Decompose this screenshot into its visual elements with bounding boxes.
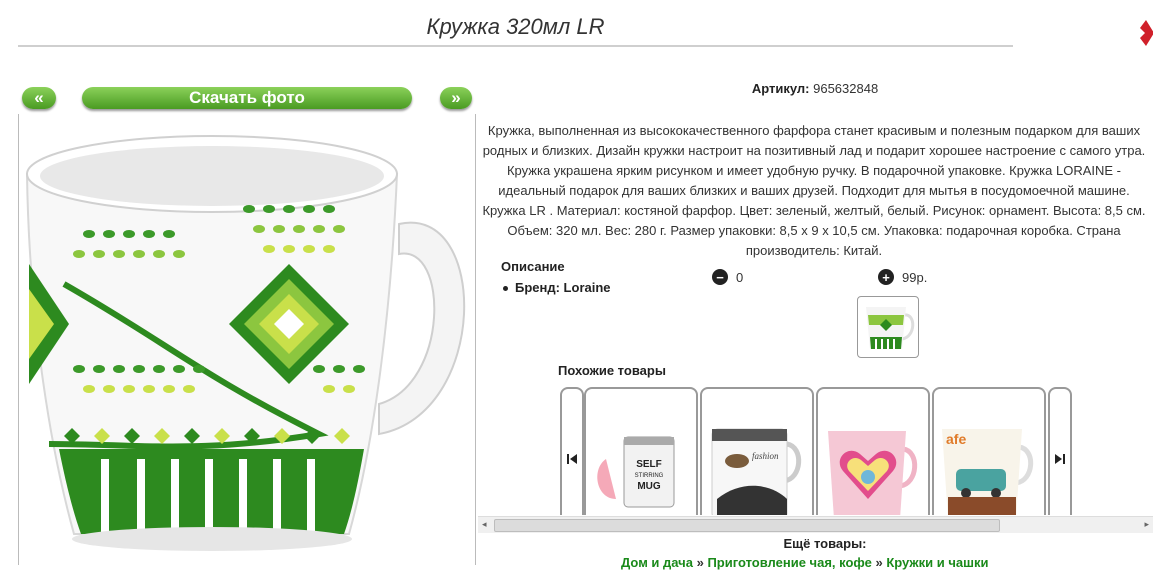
prev-photo-button[interactable]: « bbox=[22, 87, 56, 109]
similar-item-3[interactable] bbox=[816, 387, 930, 515]
pink-heart-mug-image bbox=[828, 431, 918, 515]
article-label: Артикул: bbox=[751, 81, 810, 96]
similar-item-2[interactable]: fashion bbox=[700, 387, 814, 515]
svg-text:fashion: fashion bbox=[752, 451, 779, 461]
crumb-link[interactable]: Кружки и чашки bbox=[886, 555, 988, 570]
crumb-link[interactable]: Дом и дача bbox=[621, 555, 693, 570]
scroll-left-icon[interactable]: ◂ bbox=[482, 519, 487, 530]
crumb-link[interactable]: Приготовление чая, кофе bbox=[707, 555, 871, 570]
scrollbar-thumb[interactable] bbox=[494, 519, 1000, 532]
self-stirring-mug-image: SELF STIRRING MUG bbox=[597, 436, 675, 508]
price-control: + 99р. bbox=[878, 269, 927, 285]
fashion-mug-image: fashion bbox=[711, 428, 802, 515]
product-description: Кружка, выполненная из высококачественно… bbox=[482, 123, 1146, 258]
price-value: 99р. bbox=[902, 269, 928, 285]
svg-text:MUG: MUG bbox=[637, 481, 661, 492]
page-title: Кружка 320мл LR bbox=[426, 14, 605, 39]
thumbnail-mug-image bbox=[866, 307, 915, 349]
specs-title: Описание bbox=[501, 259, 565, 274]
scroll-right-icon[interactable]: ▸ bbox=[1144, 519, 1149, 530]
crumb-separator: » bbox=[875, 555, 883, 570]
download-photo-button[interactable]: Скачать фото bbox=[82, 87, 412, 109]
close-icon[interactable] bbox=[1140, 20, 1153, 46]
product-thumbnail[interactable] bbox=[857, 296, 919, 358]
next-photo-button[interactable]: » bbox=[440, 87, 472, 109]
breadcrumb: Дом и дача » Приготовление чая, кофе » К… bbox=[621, 555, 988, 570]
more-products-title: Ещё товары: bbox=[783, 536, 867, 551]
mug-image bbox=[25, 135, 466, 551]
carousel-next-button[interactable] bbox=[1048, 387, 1072, 515]
cafe-car-mug-image: afe bbox=[942, 429, 1034, 515]
article-value: 965632848 bbox=[813, 81, 879, 96]
crumb-separator: » bbox=[696, 555, 704, 570]
svg-text:afe: afe bbox=[946, 431, 966, 447]
svg-text:STIRRING: STIRRING bbox=[635, 473, 664, 479]
quantity-value: 0 bbox=[736, 269, 744, 285]
similar-title: Похожие товары bbox=[558, 363, 666, 378]
similar-item-4[interactable]: afe bbox=[932, 387, 1046, 515]
quantity-control: − 0 bbox=[712, 269, 743, 285]
plus-circle-icon[interactable]: + bbox=[878, 269, 894, 285]
spec-brand: Бренд: Loraine bbox=[503, 280, 611, 295]
similar-item-1[interactable]: SELF STIRRING MUG bbox=[584, 387, 698, 515]
product-photo bbox=[18, 114, 476, 565]
carousel-scrollbar[interactable]: ◂ ▸ bbox=[478, 516, 1153, 533]
title-divider bbox=[18, 45, 1013, 47]
bullet-icon bbox=[503, 286, 508, 292]
brand-text: Бренд: Loraine bbox=[515, 280, 611, 295]
article-line: Артикул: 965632848 bbox=[600, 81, 1030, 96]
minus-circle-icon[interactable]: − bbox=[712, 269, 728, 285]
carousel-prev-button[interactable] bbox=[560, 387, 584, 515]
skip-prev-icon bbox=[567, 454, 577, 464]
svg-text:SELF: SELF bbox=[636, 459, 662, 470]
similar-carousel: SELF STIRRING MUG fashion afe bbox=[478, 385, 1153, 515]
skip-next-icon bbox=[1055, 454, 1065, 464]
